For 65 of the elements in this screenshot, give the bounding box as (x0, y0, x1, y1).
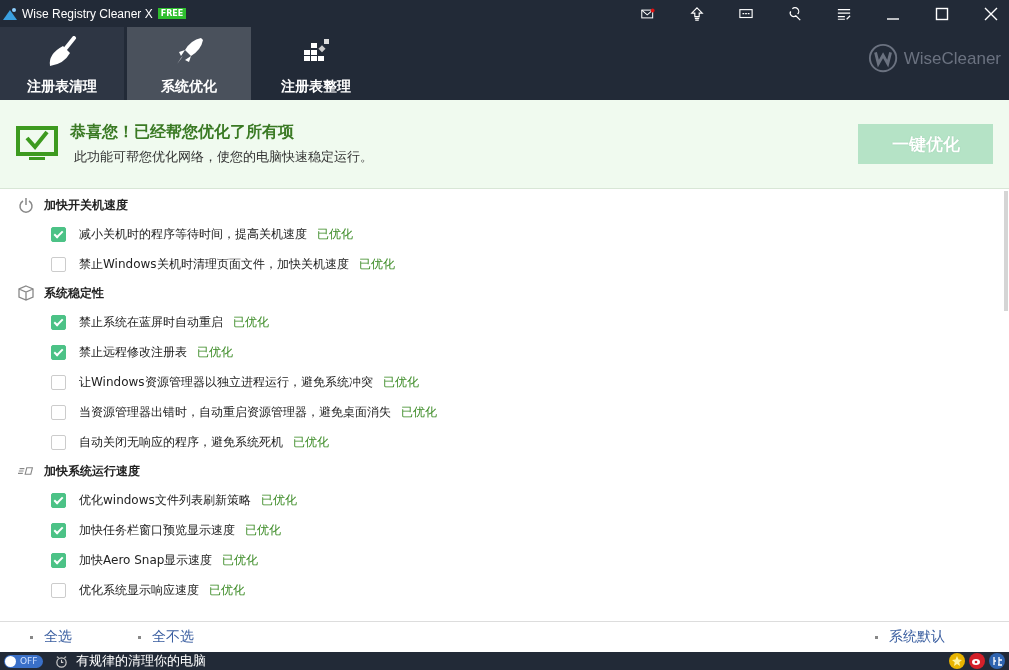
nav-tab[interactable]: 注册表清理 (0, 27, 124, 100)
checkbox[interactable] (51, 404, 66, 420)
cube-icon (18, 285, 34, 301)
option-label: 加快Aero Snap显示速度 (79, 551, 213, 569)
footer-link[interactable]: 系统默认 (875, 628, 945, 646)
free-badge: FREE (157, 8, 187, 19)
status-label: 已优化 (233, 313, 269, 331)
status-label: 已优化 (260, 491, 297, 509)
mail-icon[interactable] (641, 6, 655, 21)
footer-link[interactable]: 全不选 (138, 628, 194, 646)
star-icon[interactable] (949, 653, 965, 669)
schedule-toggle[interactable]: OFF (4, 654, 44, 668)
status-label: 已优化 (197, 343, 233, 361)
option-label: 禁止Windows关机时清理页面文件，加快关机速度 (79, 255, 349, 273)
menu-icon[interactable] (837, 6, 851, 21)
maximize-icon[interactable] (935, 6, 949, 21)
checkbox[interactable] (51, 552, 66, 568)
nav-tab[interactable]: 注册表整理 (254, 27, 378, 100)
brand-logo-icon (867, 42, 900, 75)
brand-name: WiseCleaner (903, 48, 1001, 69)
footer-link[interactable]: 全选 (30, 628, 72, 646)
message-icon[interactable] (739, 6, 753, 21)
status-label: 已优化 (382, 373, 419, 391)
power-icon (18, 197, 34, 213)
option-label: 加快任务栏窗口预览显示速度 (79, 521, 235, 539)
section-title: 系统稳定性 (44, 284, 104, 302)
checkbox[interactable] (51, 374, 66, 390)
banner-title: 恭喜您！已经帮您优化了所有项 (70, 122, 295, 143)
status-label: 已优化 (358, 255, 395, 273)
close-icon[interactable] (984, 6, 998, 21)
status-label: 已优化 (209, 581, 245, 599)
monitor-check-icon (16, 126, 58, 162)
social-icon[interactable] (969, 653, 985, 669)
checkbox[interactable] (51, 314, 66, 330)
option-label: 自动关闭无响应的程序，避免系统死机 (79, 433, 283, 451)
section-title: 加快系统运行速度 (44, 462, 140, 480)
nav-tab[interactable]: 系统优化 (127, 27, 251, 100)
checkbox[interactable] (51, 226, 66, 242)
option-label: 禁止远程修改注册表 (79, 343, 187, 361)
status-label: 已优化 (293, 433, 329, 451)
status-label: 已优化 (222, 551, 259, 569)
option-label: 优化系统显示响应速度 (79, 581, 199, 599)
checkbox[interactable] (51, 256, 66, 272)
checkbox[interactable] (51, 522, 66, 538)
option-label: 禁止系统在蓝屏时自动重启 (79, 313, 223, 331)
window-title: Wise Registry Cleaner X (22, 6, 153, 21)
option-label: 优化windows文件列表刷新策略 (79, 491, 251, 509)
app-logo-icon (2, 5, 18, 22)
option-label: 当资源管理器出错时，自动重启资源管理器，避免桌面消失 (79, 403, 391, 421)
section-title: 加快开关机速度 (44, 196, 128, 214)
scrollbar[interactable] (1004, 191, 1008, 311)
upload-icon[interactable] (690, 6, 704, 21)
status-text: 有规律的清理你的电脑 (76, 652, 207, 670)
banner-subtitle: 此功能可帮您优化网络，使您的电脑快速稳定运行。 (73, 148, 373, 166)
status-label: 已优化 (401, 403, 437, 421)
checkbox[interactable] (51, 492, 66, 508)
status-label: 已优化 (245, 521, 281, 539)
checkbox[interactable] (51, 582, 66, 598)
checkbox[interactable] (51, 344, 66, 360)
checkbox[interactable] (51, 434, 66, 450)
social-icon[interactable] (989, 653, 1005, 669)
alarm-clock-icon (55, 654, 69, 668)
option-label: 减小关机时的程序等待时间，提高关机速度 (79, 225, 307, 243)
status-label: 已优化 (317, 225, 353, 243)
option-label: 让Windows资源管理器以独立进程运行，避免系统冲突 (79, 373, 373, 391)
